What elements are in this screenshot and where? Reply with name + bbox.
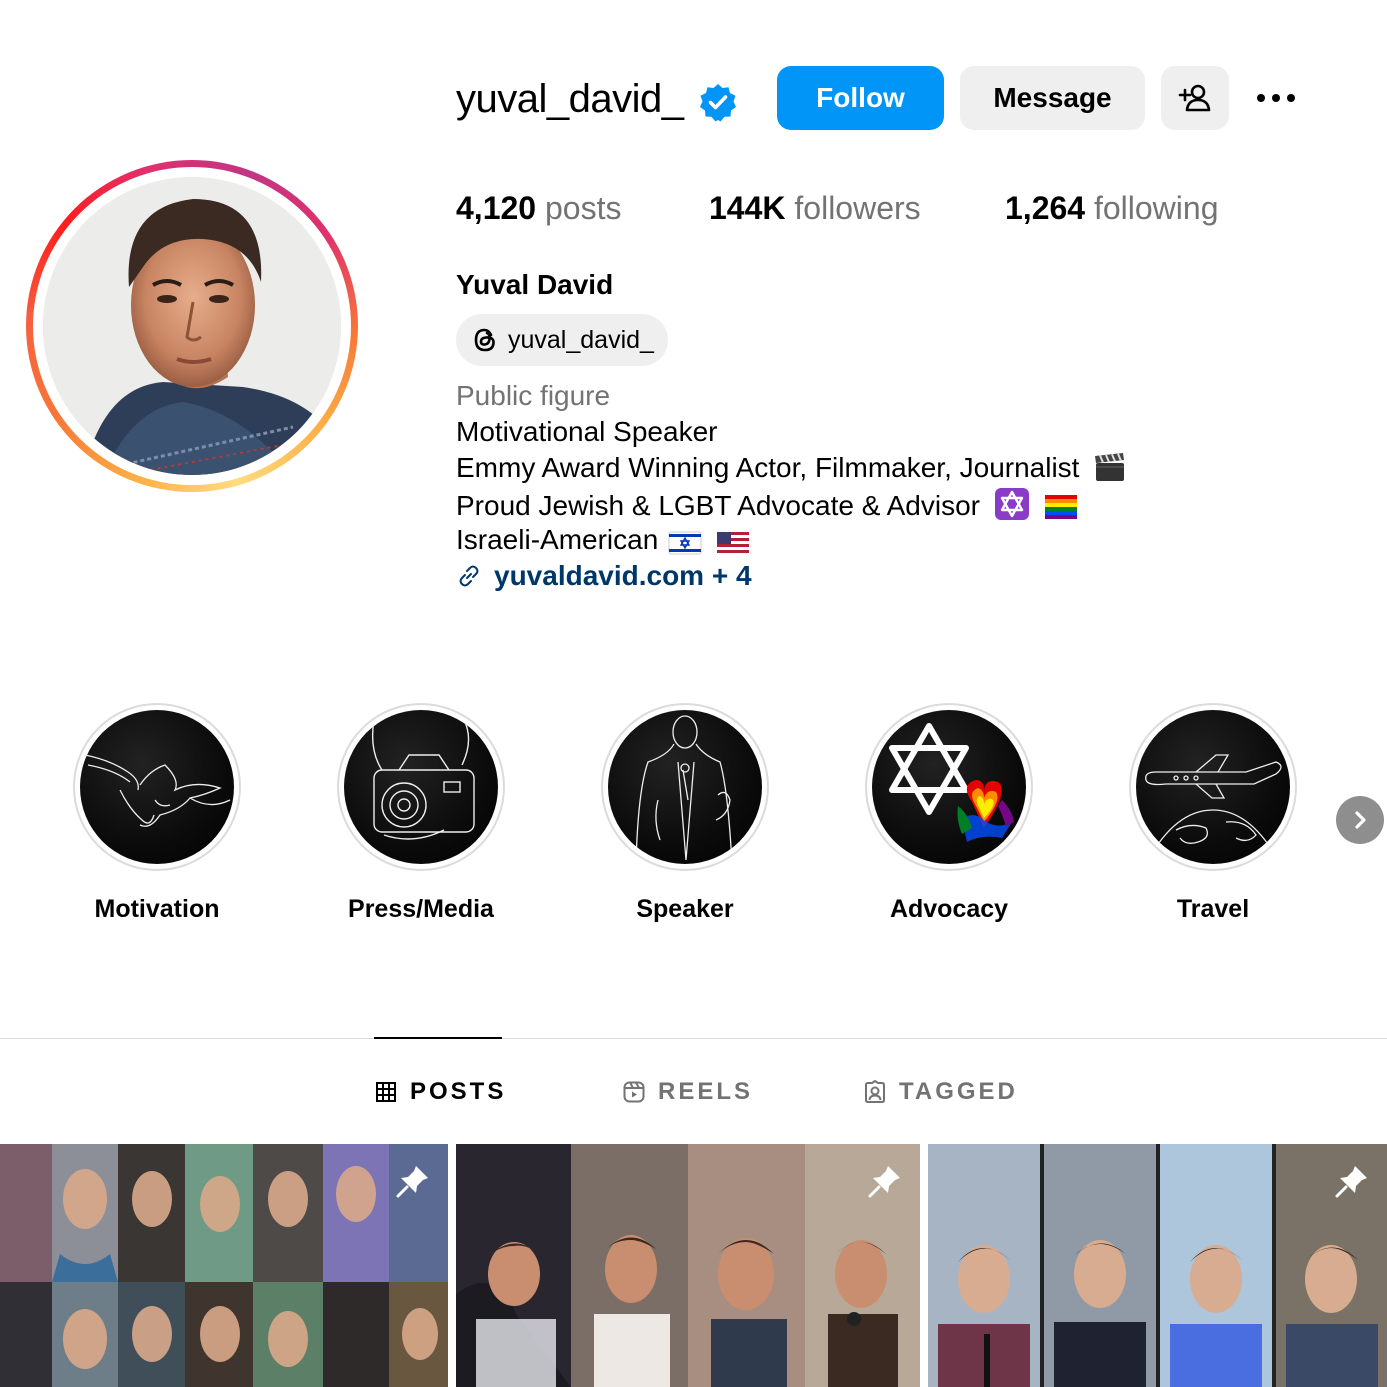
rainbow-flag-emoji-icon	[1044, 495, 1077, 519]
following-count-link[interactable]: 1,264 following	[1005, 188, 1218, 228]
profile-full-name: Yuval David	[456, 269, 614, 300]
followers-count-link[interactable]: 144K followers	[709, 188, 921, 228]
profile-avatar[interactable]	[43, 177, 341, 475]
bio-line: Emmy Award Winning Actor, Filmmaker, Jou…	[456, 452, 1080, 483]
star-of-david-emoji-icon	[994, 488, 1029, 520]
highlight-label: Advocacy	[889, 895, 1009, 923]
bio-line: Proud Jewish & LGBT Advocate & Advisor	[456, 490, 980, 521]
chevron-right-icon	[1355, 811, 1366, 829]
bio-line-with-emoji: Proud Jewish & LGBT Advocate & Advisor	[456, 487, 1078, 523]
following-count-label: following	[1093, 190, 1219, 226]
more-options-button[interactable]	[1252, 82, 1300, 114]
highlight-ring	[1129, 703, 1297, 871]
clapper-board-emoji-icon	[1095, 453, 1125, 481]
more-dot-icon	[1287, 94, 1295, 102]
suggested-accounts-button[interactable]	[1161, 66, 1229, 130]
grid-icon	[376, 1082, 396, 1102]
airplane-globe-icon	[1145, 754, 1282, 861]
avatar-gap	[33, 167, 351, 485]
star-of-david-icon	[889, 723, 1014, 842]
camera-icon	[371, 719, 475, 840]
bio-line: Israeli-American	[456, 524, 659, 555]
highlight-label: Speaker	[636, 895, 734, 923]
highlights-next-button[interactable]	[1336, 796, 1384, 844]
add-person-icon	[1178, 84, 1211, 112]
message-button[interactable]: Message	[960, 66, 1145, 130]
post-thumbnail-speaker-collage	[456, 1144, 920, 1387]
dove-hands-icon	[84, 754, 231, 827]
external-link[interactable]: yuvaldavid.com + 4	[456, 559, 752, 593]
highlight-ring	[601, 703, 769, 871]
highlight-cover	[344, 710, 498, 864]
highlight-ring	[337, 703, 505, 871]
highlight-advocacy[interactable]: Advocacy	[865, 703, 1033, 923]
verified-badge-icon	[700, 84, 736, 122]
highlight-cover	[1136, 710, 1290, 864]
tab-label: REELS	[658, 1078, 754, 1105]
posts-count-label: posts	[544, 190, 622, 226]
post-tile[interactable]	[456, 1144, 920, 1387]
tab-label: POSTS	[410, 1078, 507, 1105]
speaker-microphone-icon	[635, 715, 733, 864]
more-dot-icon	[1257, 94, 1265, 102]
reels-icon	[623, 1081, 645, 1103]
post-thumbnail-reporter-collage	[928, 1144, 1387, 1387]
highlight-label: Motivation	[94, 895, 220, 923]
posts-count: 4,120 posts	[456, 188, 621, 228]
followers-count-value: 144K	[709, 190, 786, 226]
highlight-cover	[872, 710, 1026, 864]
following-count-value: 1,264	[1005, 190, 1086, 226]
highlight-ring	[865, 703, 1033, 871]
usa-flag-emoji-icon	[716, 532, 749, 554]
follow-button[interactable]: Follow	[777, 66, 944, 130]
tabs-divider	[0, 1038, 1387, 1039]
highlight-motivation[interactable]: Motivation	[73, 703, 241, 923]
highlight-label: Travel	[1176, 895, 1250, 923]
pinned-post-icon	[396, 1166, 428, 1198]
threads-profile-link[interactable]: yuval_david_	[456, 314, 668, 366]
more-dot-icon	[1272, 94, 1280, 102]
pinned-post-icon	[1335, 1166, 1367, 1198]
posts-count-value: 4,120	[456, 190, 537, 226]
tab-posts[interactable]: POSTS	[374, 1074, 506, 1110]
bio-line-with-emoji: Emmy Award Winning Actor, Filmmaker, Jou…	[456, 451, 1127, 485]
tagged-user-icon	[865, 1080, 885, 1103]
avatar-portrait	[43, 177, 341, 475]
israel-flag-emoji-icon	[668, 531, 702, 555]
tab-tagged[interactable]: TAGGED	[863, 1074, 1018, 1110]
bio-line-with-emoji: Israeli-American	[456, 523, 750, 557]
followers-count-label: followers	[794, 190, 921, 226]
profile-username: yuval_david_	[456, 77, 684, 121]
link-icon	[459, 565, 479, 587]
highlight-speaker[interactable]: Speaker	[601, 703, 769, 923]
tab-label: TAGGED	[899, 1078, 1018, 1105]
highlight-press-media[interactable]: Press/Media	[337, 703, 505, 923]
profile-avatar-story-ring[interactable]	[26, 160, 358, 492]
external-link-text: yuvaldavid.com + 4	[494, 560, 752, 591]
pinned-post-icon	[868, 1166, 900, 1198]
bio-line: Motivational Speaker	[456, 416, 718, 447]
post-tile[interactable]	[928, 1144, 1387, 1387]
highlight-travel[interactable]: Travel	[1129, 703, 1297, 923]
threads-icon	[474, 328, 495, 352]
active-tab-indicator	[374, 1037, 502, 1039]
threads-handle: yuval_david_	[508, 325, 654, 354]
highlight-label: Press/Media	[348, 895, 494, 923]
highlight-cover	[608, 710, 762, 864]
post-thumbnail-headshot-collage	[0, 1144, 448, 1387]
post-tile[interactable]	[0, 1144, 448, 1387]
profile-category: Public figure	[456, 380, 611, 411]
highlight-ring	[73, 703, 241, 871]
highlight-cover	[80, 710, 234, 864]
tab-reels[interactable]: REELS	[622, 1074, 753, 1110]
